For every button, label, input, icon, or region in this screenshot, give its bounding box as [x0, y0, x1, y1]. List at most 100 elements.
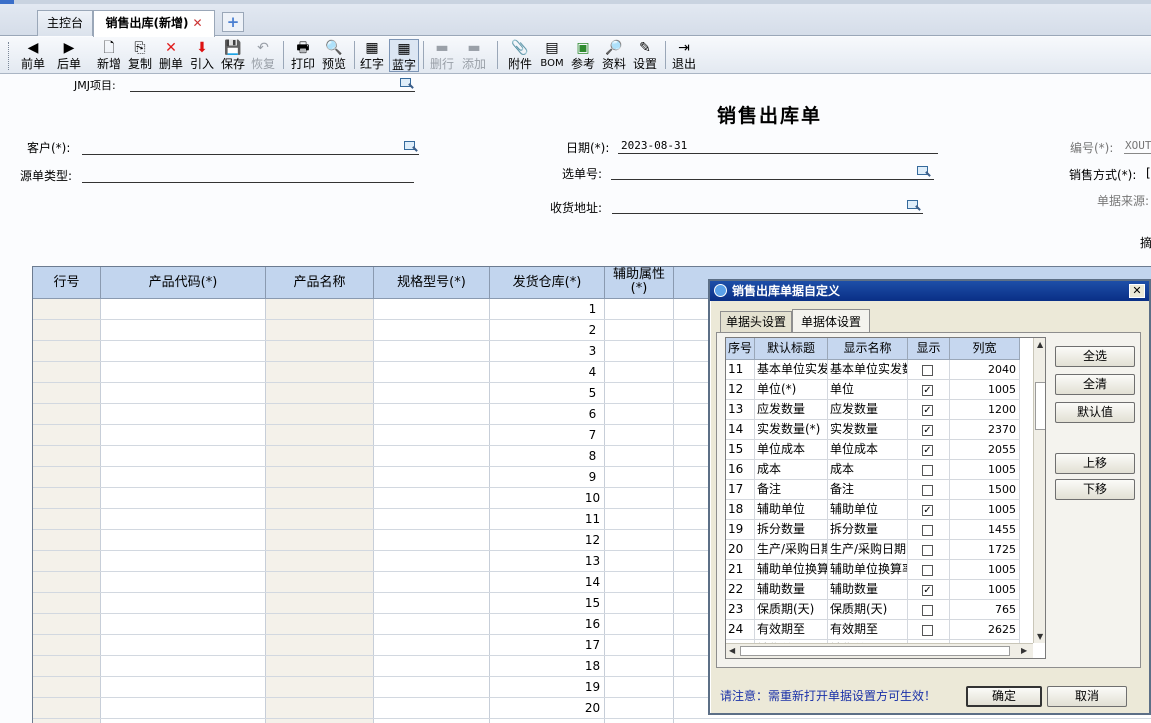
- display-name-cell[interactable]: 单位成本: [828, 440, 908, 459]
- date-value[interactable]: 2023-08-31: [621, 139, 687, 152]
- new-button[interactable]: 🗋 新增: [95, 39, 123, 72]
- import-button[interactable]: ⬇ 引入: [188, 39, 216, 72]
- list-item[interactable]: 13 应发数量 应发数量 1200 ✓: [726, 400, 1020, 420]
- list-item[interactable]: 18 辅助单位 辅助单位 1005 ✓: [726, 500, 1020, 520]
- toolbar-grip[interactable]: [8, 42, 11, 70]
- tab-body-settings[interactable]: 单据体设置: [792, 309, 870, 333]
- width-cell[interactable]: 1005: [950, 500, 1020, 519]
- code-input[interactable]: [1124, 153, 1151, 154]
- source-type-input[interactable]: [82, 182, 414, 183]
- materials-button[interactable]: 🔎 资料: [600, 39, 628, 72]
- scroll-down-icon[interactable]: ▼: [1037, 632, 1043, 641]
- visible-checkbox[interactable]: [922, 545, 933, 556]
- width-cell[interactable]: 2370: [950, 420, 1020, 439]
- display-name-cell[interactable]: 实发数量: [828, 420, 908, 439]
- display-name-cell[interactable]: 保质期(天): [828, 600, 908, 619]
- display-name-cell[interactable]: 辅助数量: [828, 580, 908, 599]
- col-header-row-no[interactable]: 行号: [33, 267, 101, 299]
- display-name-cell[interactable]: 基本单位实发数量: [828, 360, 908, 379]
- list-item[interactable]: 19 拆分数量 拆分数量 1455: [726, 520, 1020, 540]
- col-header-visible[interactable]: 显示: [908, 338, 950, 360]
- width-cell[interactable]: 1455: [950, 520, 1020, 539]
- col-header-spec[interactable]: 规格型号(*): [374, 267, 490, 299]
- preview-button[interactable]: 🔍 预览: [320, 39, 348, 72]
- sale-method-value[interactable]: [: [1146, 166, 1151, 180]
- customer-input[interactable]: [82, 154, 419, 155]
- date-input[interactable]: [618, 153, 938, 154]
- list-item[interactable]: 20 生产/采购日期 生产/采购日期 1725: [726, 540, 1020, 560]
- list-item[interactable]: 12 单位(*) 单位 1005 ✓: [726, 380, 1020, 400]
- width-cell[interactable]: 1005: [950, 560, 1020, 579]
- print-button[interactable]: 🖶 打印: [289, 39, 317, 72]
- scroll-up-icon[interactable]: ▲: [1037, 340, 1043, 349]
- width-cell[interactable]: 765: [950, 600, 1020, 619]
- attachment-button[interactable]: 📎 附件: [506, 39, 534, 72]
- blue-entry-button[interactable]: ▦ 蓝字: [389, 39, 419, 72]
- width-cell[interactable]: 1005: [950, 460, 1020, 479]
- visible-checkbox[interactable]: [922, 605, 933, 616]
- select-all-button[interactable]: 全选: [1055, 346, 1135, 367]
- width-cell[interactable]: 1005: [950, 580, 1020, 599]
- display-name-cell[interactable]: 生产/采购日期: [828, 540, 908, 559]
- width-cell[interactable]: 1500: [950, 480, 1020, 499]
- visible-checkbox[interactable]: ✓: [922, 585, 933, 596]
- width-cell[interactable]: 2625: [950, 620, 1020, 639]
- visible-checkbox[interactable]: [922, 465, 933, 476]
- visible-checkbox[interactable]: [922, 365, 933, 376]
- close-icon[interactable]: ✕: [1129, 284, 1145, 298]
- list-item[interactable]: 23 保质期(天) 保质期(天) 765: [726, 600, 1020, 620]
- display-name-cell[interactable]: 单位: [828, 380, 908, 399]
- delete-bill-button[interactable]: ✕ 删单: [157, 39, 185, 72]
- visible-checkbox[interactable]: ✓: [922, 405, 933, 416]
- visible-checkbox[interactable]: ✓: [922, 385, 933, 396]
- display-name-cell[interactable]: 应发数量: [828, 400, 908, 419]
- tab-main-console[interactable]: 主控台: [37, 10, 93, 36]
- lookup-icon[interactable]: [400, 78, 414, 90]
- list-item[interactable]: 17 备注 备注 1500: [726, 480, 1020, 500]
- col-header-no[interactable]: 序号: [726, 338, 755, 360]
- visible-checkbox[interactable]: [922, 565, 933, 576]
- lookup-icon[interactable]: [907, 200, 921, 212]
- select-no-input[interactable]: [611, 179, 934, 180]
- col-header-display-name[interactable]: 显示名称: [828, 338, 908, 360]
- save-button[interactable]: 💾 保存: [219, 39, 247, 72]
- col-header-width[interactable]: 列宽: [950, 338, 1020, 360]
- list-item[interactable]: 16 成本 成本 1005: [726, 460, 1020, 480]
- lookup-icon[interactable]: [404, 141, 418, 153]
- restore-button[interactable]: ↶ 恢复: [249, 39, 277, 72]
- red-entry-button[interactable]: ▦ 红字: [358, 39, 386, 72]
- list-item[interactable]: 14 实发数量(*) 实发数量 2370 ✓: [726, 420, 1020, 440]
- width-cell[interactable]: 1200: [950, 400, 1020, 419]
- add-tab-button[interactable]: +: [222, 12, 244, 32]
- cancel-button[interactable]: 取消: [1047, 686, 1127, 707]
- list-item[interactable]: 24 有效期至 有效期至 2625: [726, 620, 1020, 640]
- width-cell[interactable]: 2055: [950, 440, 1020, 459]
- prev-bill-button[interactable]: ◀ 前单: [19, 39, 47, 72]
- col-header-default-title[interactable]: 默认标题: [755, 338, 828, 360]
- list-item[interactable]: 15 单位成本 单位成本 2055 ✓: [726, 440, 1020, 460]
- delete-row-button[interactable]: ▬ 删行: [428, 39, 456, 72]
- scroll-left-icon[interactable]: ◀: [729, 646, 735, 655]
- list-item[interactable]: 21辅助单位换算率辅助单位换算率1005: [726, 560, 1020, 580]
- move-up-button[interactable]: 上移: [1055, 453, 1135, 474]
- width-cell[interactable]: 1725: [950, 540, 1020, 559]
- clear-all-button[interactable]: 全清: [1055, 374, 1135, 395]
- reference-button[interactable]: ▣ 参考: [569, 39, 597, 72]
- tab-header-settings[interactable]: 单据头设置: [720, 311, 792, 333]
- col-header-warehouse[interactable]: 发货仓库(*): [490, 267, 605, 299]
- visible-checkbox[interactable]: [922, 525, 933, 536]
- scroll-right-icon[interactable]: ▶: [1021, 646, 1027, 655]
- visible-checkbox[interactable]: [922, 625, 933, 636]
- col-header-product-code[interactable]: 产品代码(*): [101, 267, 266, 299]
- width-cell[interactable]: 1005: [950, 380, 1020, 399]
- vertical-scrollbar[interactable]: ▲ ▼: [1033, 338, 1045, 643]
- display-name-cell[interactable]: 辅助单位换算率: [828, 560, 908, 579]
- tab-close-icon[interactable]: ✕: [192, 16, 202, 30]
- list-item[interactable]: 11基本单位实发数量基本单位实发数量2040: [726, 360, 1020, 380]
- default-value-button[interactable]: 默认值: [1055, 402, 1135, 423]
- display-name-cell[interactable]: 拆分数量: [828, 520, 908, 539]
- col-header-aux-attr[interactable]: 辅助属性(*): [605, 267, 674, 299]
- add-row-button[interactable]: ▬ 添加: [460, 39, 488, 72]
- move-down-button[interactable]: 下移: [1055, 479, 1135, 500]
- settings-button[interactable]: ✎ 设置: [631, 39, 659, 72]
